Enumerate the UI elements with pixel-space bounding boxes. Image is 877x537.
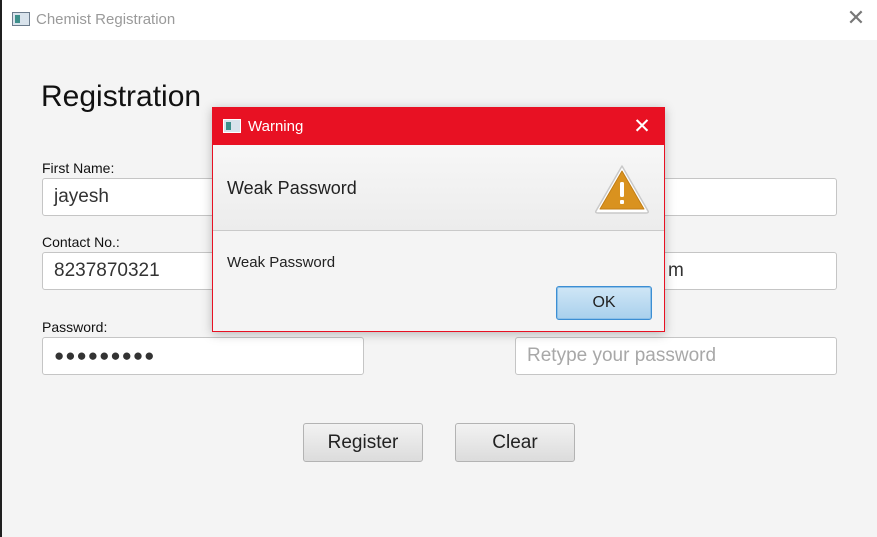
register-button[interactable]: Register [303,423,423,462]
retype-password-field[interactable]: Retype your password [515,337,837,375]
window-close-button[interactable]: ✕ [843,6,869,32]
password-label: Password: [42,319,108,335]
first-name-label: First Name: [42,160,115,176]
dialog-close-button[interactable]: ✕ [630,113,654,139]
warning-triangle-icon [595,165,649,214]
ok-button[interactable]: OK [556,286,652,320]
email-field-visible-text: m [668,260,684,281]
password-field[interactable]: ●●●●●●●●● [42,337,364,375]
retype-password-placeholder: Retype your password [527,345,717,366]
dialog-app-icon [223,119,241,133]
dialog-titlebar: Warning ✕ [213,108,664,145]
dialog-title: Warning [248,118,304,135]
clear-button[interactable]: Clear [455,423,575,462]
dialog-content-text: Weak Password [227,254,336,271]
contact-label: Contact No.: [42,234,120,250]
window-titlebar: Chemist Registration ✕ [2,0,877,40]
dialog-header: Weak Password [213,145,664,231]
page-title: Registration [41,80,202,113]
warning-dialog: Warning ✕ Weak Password Weak Password OK [212,107,665,332]
app-icon [12,12,30,26]
dialog-header-text: Weak Password [227,178,357,198]
window-title: Chemist Registration [36,11,176,28]
